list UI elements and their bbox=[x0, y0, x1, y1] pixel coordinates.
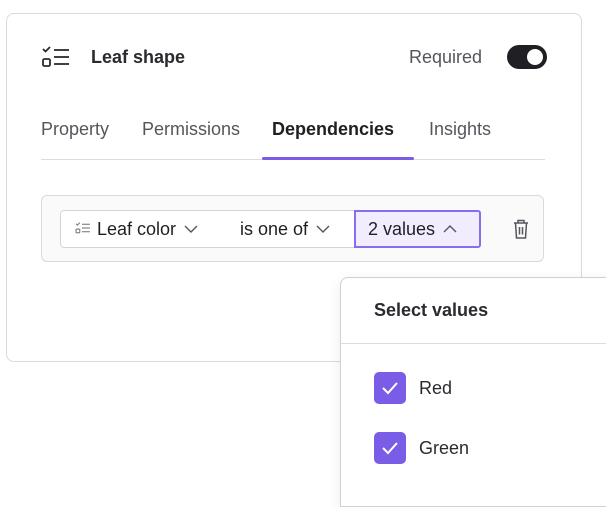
checkmark-icon bbox=[382, 442, 398, 455]
chevron-down-icon bbox=[316, 225, 330, 233]
tab-bar: Property Permissions Dependencies Insigh… bbox=[41, 98, 545, 160]
option-green[interactable]: Green bbox=[374, 432, 469, 464]
active-tab-indicator bbox=[262, 157, 414, 160]
checklist-icon bbox=[42, 46, 69, 67]
dropdown-title: Select values bbox=[374, 300, 489, 320]
checkbox-checked[interactable] bbox=[374, 432, 406, 464]
chevron-up-icon bbox=[443, 225, 457, 233]
trash-icon[interactable] bbox=[512, 218, 530, 240]
toggle-knob bbox=[527, 49, 543, 65]
dropdown-divider bbox=[341, 343, 606, 344]
option-label: Red bbox=[419, 377, 453, 398]
tab-property[interactable]: Property bbox=[41, 119, 109, 140]
checkmark-icon bbox=[382, 382, 398, 395]
checkbox-checked[interactable] bbox=[374, 372, 406, 404]
option-red[interactable]: Red bbox=[374, 372, 452, 404]
select-values-dropdown: Select values Red Green bbox=[340, 277, 606, 507]
operator-select[interactable]: is one of bbox=[227, 210, 355, 248]
required-label: Required bbox=[409, 47, 483, 67]
tab-permissions[interactable]: Permissions bbox=[142, 119, 240, 140]
field-select-label: Leaf color bbox=[97, 218, 177, 239]
dependency-rule: Leaf color is one of 2 values bbox=[41, 195, 544, 262]
field-select[interactable]: Leaf color bbox=[60, 210, 228, 248]
operator-select-label: is one of bbox=[240, 218, 309, 239]
values-select[interactable]: 2 values bbox=[354, 210, 481, 248]
property-title: Leaf shape bbox=[91, 47, 186, 67]
checklist-icon bbox=[75, 221, 91, 237]
required-toggle[interactable] bbox=[507, 45, 547, 69]
card-header: Leaf shape Required bbox=[7, 14, 583, 98]
values-select-label: 2 values bbox=[368, 218, 436, 239]
tab-dependencies[interactable]: Dependencies bbox=[272, 119, 394, 140]
option-label: Green bbox=[419, 437, 470, 458]
chevron-down-icon bbox=[184, 225, 198, 233]
tab-insights[interactable]: Insights bbox=[429, 119, 491, 140]
